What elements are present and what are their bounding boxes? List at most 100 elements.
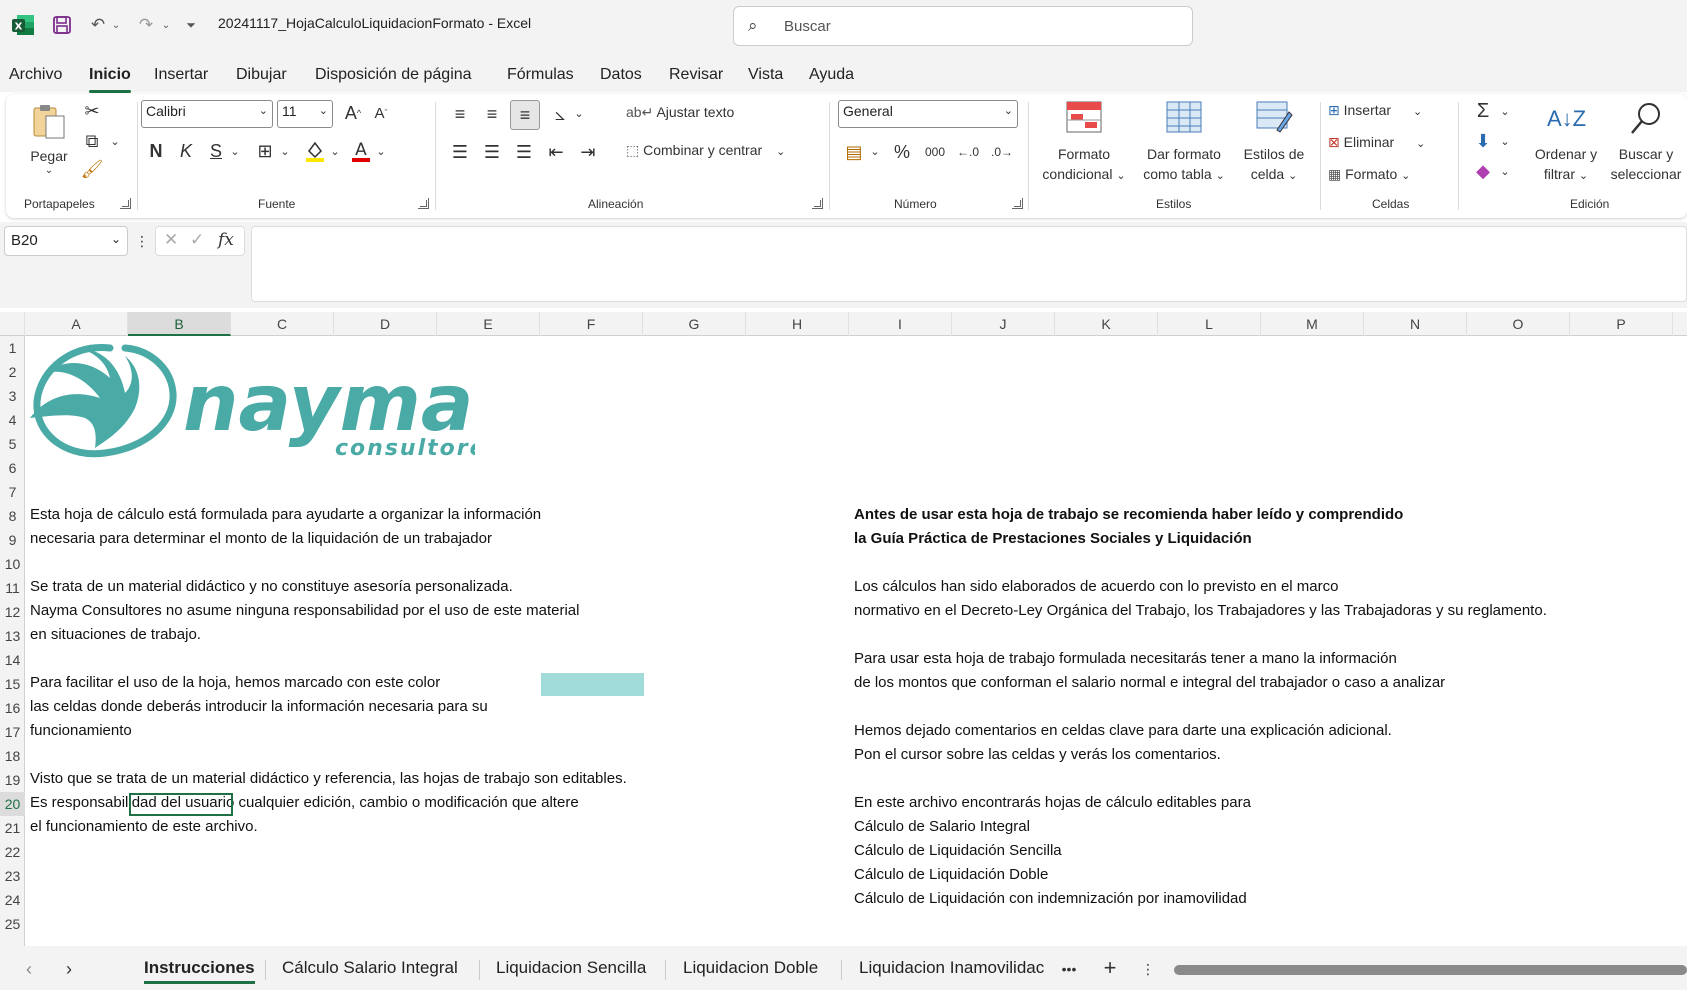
sheet-tab-liquidacion-doble[interactable]: Liquidacion Doble	[683, 958, 818, 978]
cell-i14[interactable]: Para usar esta hoja de trabajo formulada…	[854, 650, 1397, 667]
row-header-14[interactable]: 14	[0, 648, 25, 672]
redo-icon[interactable]: ↷	[134, 13, 158, 37]
row-header-20[interactable]: 20	[0, 792, 25, 816]
font-size-dropdown[interactable]: 11 ⌄	[277, 100, 333, 128]
cell-a16[interactable]: las celdas donde deberás introducir la i…	[30, 698, 488, 715]
cell-a20[interactable]: Es responsabilidad del usuario cualquier…	[30, 794, 579, 811]
row-header-21[interactable]: 21	[0, 816, 25, 840]
cell-a17[interactable]: funcionamiento	[30, 722, 132, 739]
column-header-l[interactable]: L	[1158, 312, 1261, 336]
format-painter-icon[interactable]: 🖌	[78, 156, 106, 182]
row-header-7[interactable]: 7	[0, 480, 25, 504]
orientation-dropdown-icon[interactable]: ⌄	[572, 102, 586, 124]
cell-i12[interactable]: normativo en el Decreto-Ley Orgánica del…	[854, 602, 1547, 619]
cell-a13[interactable]: en situaciones de trabajo.	[30, 626, 201, 643]
format-cells-button[interactable]: ▦ Formato ⌄	[1328, 166, 1410, 183]
active-cell-cursor[interactable]	[129, 793, 233, 816]
cell-a9[interactable]: necesaria para determinar el monto de la…	[30, 530, 492, 547]
cell-i21[interactable]: Cálculo de Salario Integral	[854, 818, 1030, 835]
column-header-p[interactable]: P	[1570, 312, 1673, 336]
insert-cells-button[interactable]: ⊞ Insertar ⌄	[1328, 102, 1422, 119]
tab-archivo[interactable]: Archivo	[9, 66, 62, 84]
row-header-23[interactable]: 23	[0, 864, 25, 888]
undo-dropdown-icon[interactable]: ⌄	[110, 15, 122, 35]
row-header-19[interactable]: 19	[0, 768, 25, 792]
cell-a12[interactable]: Nayma Consultores no asume ninguna respo…	[30, 602, 580, 619]
increase-font-icon[interactable]: A ^	[340, 100, 366, 126]
cell-i15[interactable]: de los montos que conforman el salario n…	[854, 674, 1445, 691]
sheet-tab-salario-integral[interactable]: Cálculo Salario Integral	[282, 958, 458, 978]
decrease-decimal-icon[interactable]: .0→	[988, 138, 1016, 166]
row-header-9[interactable]: 9	[0, 528, 25, 552]
align-center-icon[interactable]: ☰	[478, 138, 506, 166]
column-header-n[interactable]: N	[1364, 312, 1467, 336]
tab-datos[interactable]: Datos	[600, 66, 642, 84]
cell-i22[interactable]: Cálculo de Liquidación Sencilla	[854, 842, 1062, 859]
column-header-d[interactable]: D	[334, 312, 437, 336]
increase-decimal-icon[interactable]: ←.0	[954, 138, 982, 166]
number-format-dropdown[interactable]: General ⌄	[838, 100, 1018, 128]
row-header-15[interactable]: 15	[0, 672, 25, 696]
cell-i11[interactable]: Los cálculos han sido elaborados de acue…	[854, 578, 1338, 595]
row-header-4[interactable]: 4	[0, 408, 25, 432]
undo-icon[interactable]: ↶	[86, 13, 110, 37]
row-header-25[interactable]: 25	[0, 912, 25, 936]
row-header-3[interactable]: 3	[0, 384, 25, 408]
portapapeles-launcher-icon[interactable]	[120, 198, 131, 209]
paste-button[interactable]: Pegar ⌄	[20, 102, 78, 176]
borders-icon[interactable]: ⊞	[252, 138, 278, 164]
input-color-sample-cell[interactable]	[541, 673, 644, 696]
column-header-h[interactable]: H	[746, 312, 849, 336]
format-as-table-button[interactable]: Dar formato como tabla ⌄	[1136, 100, 1232, 186]
tab-dibujar[interactable]: Dibujar	[236, 66, 287, 84]
cell-i18[interactable]: Pon el cursor sobre las celdas y verás l…	[854, 746, 1221, 763]
cell-i23[interactable]: Cálculo de Liquidación Doble	[854, 866, 1048, 883]
tab-insertar[interactable]: Insertar	[154, 66, 208, 84]
find-select-button[interactable]: Buscar y seleccionar	[1606, 100, 1686, 184]
increase-indent-icon[interactable]: ⇥	[574, 138, 602, 166]
cut-icon[interactable]: ✂	[78, 98, 106, 124]
row-header-12[interactable]: 12	[0, 600, 25, 624]
search-input[interactable]	[784, 13, 1164, 39]
cell-a8[interactable]: Esta hoja de cálculo está formulada para…	[30, 506, 541, 523]
column-header-e[interactable]: E	[437, 312, 540, 336]
font-color-icon[interactable]: A	[348, 138, 374, 164]
fill-down-icon[interactable]: ⬇	[1470, 128, 1496, 154]
percent-icon[interactable]: %	[888, 138, 916, 166]
decrease-font-icon[interactable]: Aˇ	[368, 100, 394, 126]
sheet-options-icon[interactable]: ⋮	[1140, 958, 1156, 980]
column-header-i[interactable]: I	[849, 312, 952, 336]
name-box[interactable]: B20 ⌄	[4, 226, 128, 256]
row-header-2[interactable]: 2	[0, 360, 25, 384]
row-header-18[interactable]: 18	[0, 744, 25, 768]
column-header-a[interactable]: A	[25, 312, 128, 336]
font-name-dropdown[interactable]: Calibri ⌄	[141, 100, 273, 128]
copy-dropdown-icon[interactable]: ⌄	[108, 130, 122, 152]
clear-icon[interactable]: ◆	[1470, 158, 1496, 184]
cell-a19[interactable]: Visto que se trata de un material didáct…	[30, 770, 627, 787]
select-all-corner[interactable]	[0, 312, 25, 336]
enter-icon[interactable]: ✓	[190, 230, 204, 250]
worksheet-grid[interactable]: ABCDEFGHIJKLMNOP 1 2 3 4 5 6 7 8 9 10 11 12 13 14 15 16…	[0, 312, 1687, 946]
column-header-m[interactable]: M	[1261, 312, 1364, 336]
row-header-24[interactable]: 24	[0, 888, 25, 912]
align-top-icon[interactable]: ≡	[446, 100, 474, 128]
accounting-format-icon[interactable]: ▤	[840, 138, 868, 166]
cell-a11[interactable]: Se trata de un material didáctico y no c…	[30, 578, 513, 595]
search-box[interactable]: ⌕	[733, 6, 1193, 46]
row-header-10[interactable]: 10	[0, 552, 25, 576]
orientation-icon[interactable]: ⦣	[546, 100, 574, 128]
decrease-indent-icon[interactable]: ⇤	[542, 138, 570, 166]
tab-ayuda[interactable]: Ayuda	[809, 66, 854, 84]
insert-function-icon[interactable]: fx	[218, 230, 234, 250]
sheet-tab-instrucciones[interactable]: Instrucciones	[144, 958, 255, 984]
font-color-dropdown-icon[interactable]: ⌄	[374, 140, 388, 162]
tab-vista[interactable]: Vista	[748, 66, 783, 84]
row-header-17[interactable]: 17	[0, 720, 25, 744]
clear-dropdown-icon[interactable]: ⌄	[1498, 160, 1512, 182]
row-header-5[interactable]: 5	[0, 432, 25, 456]
copy-icon[interactable]: ⧉	[78, 128, 106, 154]
tab-formulas[interactable]: Fórmulas	[507, 66, 574, 84]
cancel-icon[interactable]: ✕	[164, 230, 178, 250]
autosum-icon[interactable]: Σ	[1470, 98, 1496, 124]
